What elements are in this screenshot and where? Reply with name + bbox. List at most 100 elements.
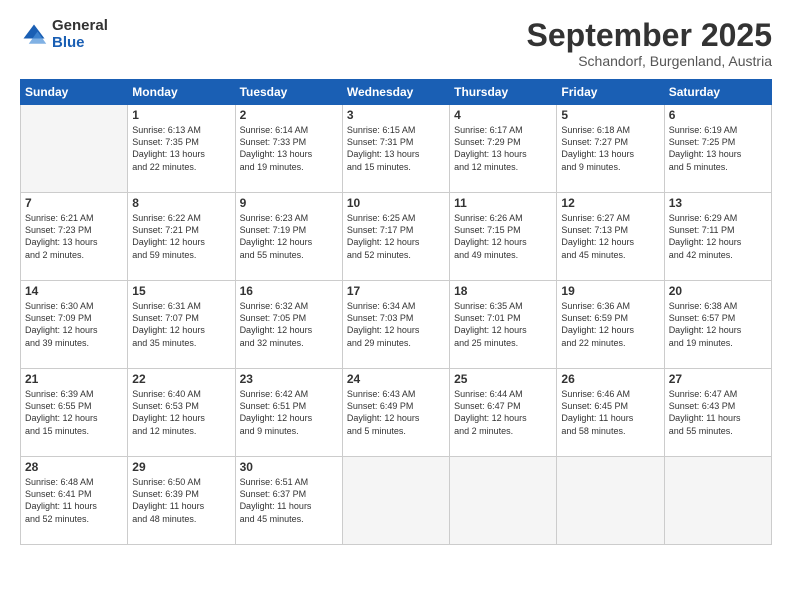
- calendar-cell: 24 Sunrise: 6:43 AM Sunset: 6:49 PM Dayli…: [342, 369, 449, 457]
- calendar-cell: [21, 105, 128, 193]
- day-number: 1: [132, 108, 230, 122]
- day-info: Sunrise: 6:38 AM Sunset: 6:57 PM Dayligh…: [669, 300, 767, 349]
- day-number: 7: [25, 196, 123, 210]
- day-number: 9: [240, 196, 338, 210]
- day-info: Sunrise: 6:29 AM Sunset: 7:11 PM Dayligh…: [669, 212, 767, 261]
- day-info: Sunrise: 6:36 AM Sunset: 6:59 PM Dayligh…: [561, 300, 659, 349]
- calendar-cell: 2Sunrise: 6:14 AM Sunset: 7:33 PM Daylig…: [235, 105, 342, 193]
- calendar-cell: 8Sunrise: 6:22 AM Sunset: 7:21 PM Daylig…: [128, 193, 235, 281]
- day-info: Sunrise: 6:27 AM Sunset: 7:13 PM Dayligh…: [561, 212, 659, 261]
- calendar-table: SundayMondayTuesdayWednesdayThursdayFrid…: [20, 79, 772, 545]
- logo: General Blue: [20, 18, 108, 51]
- day-number: 19: [561, 284, 659, 298]
- day-number: 27: [669, 372, 767, 386]
- calendar-cell: 27 Sunrise: 6:47 AM Sunset: 6:43 PM Dayli…: [664, 369, 771, 457]
- day-number: 6: [669, 108, 767, 122]
- day-number: 26: [561, 372, 659, 386]
- calendar-cell: 16Sunrise: 6:32 AM Sunset: 7:05 PM Dayli…: [235, 281, 342, 369]
- calendar-cell: 10 Sunrise: 6:25 AM Sunset: 7:17 PM Dayli…: [342, 193, 449, 281]
- day-info: Sunrise: 6:46 AM Sunset: 6:45 PM Dayligh…: [561, 388, 659, 437]
- week-row-4: 28 Sunrise: 6:48 AM Sunset: 6:41 PM Dayli…: [21, 457, 772, 545]
- calendar-cell: 21 Sunrise: 6:39 AM Sunset: 6:55 PM Dayli…: [21, 369, 128, 457]
- calendar-cell: 3 Sunrise: 6:15 AM Sunset: 7:31 PM Daylig…: [342, 105, 449, 193]
- calendar-cell: 18 Sunrise: 6:35 AM Sunset: 7:01 PM Dayli…: [450, 281, 557, 369]
- day-number: 10: [347, 196, 445, 210]
- day-header-monday: Monday: [128, 80, 235, 105]
- day-info: Sunrise: 6:21 AM Sunset: 7:23 PM Dayligh…: [25, 212, 123, 261]
- calendar-cell: 30 Sunrise: 6:51 AM Sunset: 6:37 PM Dayli…: [235, 457, 342, 545]
- day-number: 24: [347, 372, 445, 386]
- day-number: 12: [561, 196, 659, 210]
- week-row-0: 1Sunrise: 6:13 AM Sunset: 7:35 PM Daylig…: [21, 105, 772, 193]
- day-number: 3: [347, 108, 445, 122]
- day-number: 20: [669, 284, 767, 298]
- calendar-cell: 22 Sunrise: 6:40 AM Sunset: 6:53 PM Dayli…: [128, 369, 235, 457]
- day-info: Sunrise: 6:31 AM Sunset: 7:07 PM Dayligh…: [132, 300, 230, 349]
- day-number: 23: [240, 372, 338, 386]
- title-block: September 2025 Schandorf, Burgenland, Au…: [527, 18, 772, 69]
- calendar-cell: 20 Sunrise: 6:38 AM Sunset: 6:57 PM Dayli…: [664, 281, 771, 369]
- day-number: 14: [25, 284, 123, 298]
- day-info: Sunrise: 6:47 AM Sunset: 6:43 PM Dayligh…: [669, 388, 767, 437]
- calendar-cell: 15 Sunrise: 6:31 AM Sunset: 7:07 PM Dayli…: [128, 281, 235, 369]
- calendar-cell: 7 Sunrise: 6:21 AM Sunset: 7:23 PM Daylig…: [21, 193, 128, 281]
- header: General Blue September 2025 Schandorf, B…: [20, 18, 772, 69]
- calendar-cell: 11 Sunrise: 6:26 AM Sunset: 7:15 PM Dayli…: [450, 193, 557, 281]
- calendar-cell: [342, 457, 449, 545]
- day-info: Sunrise: 6:25 AM Sunset: 7:17 PM Dayligh…: [347, 212, 445, 261]
- day-number: 8: [132, 196, 230, 210]
- calendar-cell: 5 Sunrise: 6:18 AM Sunset: 7:27 PM Daylig…: [557, 105, 664, 193]
- calendar-cell: 23 Sunrise: 6:42 AM Sunset: 6:51 PM Dayli…: [235, 369, 342, 457]
- day-number: 15: [132, 284, 230, 298]
- calendar-cell: [557, 457, 664, 545]
- day-info: Sunrise: 6:51 AM Sunset: 6:37 PM Dayligh…: [240, 476, 338, 525]
- day-info: Sunrise: 6:15 AM Sunset: 7:31 PM Dayligh…: [347, 124, 445, 173]
- day-number: 25: [454, 372, 552, 386]
- day-number: 13: [669, 196, 767, 210]
- day-number: 5: [561, 108, 659, 122]
- calendar-cell: 14Sunrise: 6:30 AM Sunset: 7:09 PM Dayli…: [21, 281, 128, 369]
- day-header-tuesday: Tuesday: [235, 80, 342, 105]
- location: Schandorf, Burgenland, Austria: [527, 53, 772, 69]
- calendar-cell: 26 Sunrise: 6:46 AM Sunset: 6:45 PM Dayli…: [557, 369, 664, 457]
- day-info: Sunrise: 6:35 AM Sunset: 7:01 PM Dayligh…: [454, 300, 552, 349]
- day-info: Sunrise: 6:17 AM Sunset: 7:29 PM Dayligh…: [454, 124, 552, 173]
- day-info: Sunrise: 6:39 AM Sunset: 6:55 PM Dayligh…: [25, 388, 123, 437]
- day-number: 30: [240, 460, 338, 474]
- day-header-saturday: Saturday: [664, 80, 771, 105]
- day-info: Sunrise: 6:26 AM Sunset: 7:15 PM Dayligh…: [454, 212, 552, 261]
- day-info: Sunrise: 6:50 AM Sunset: 6:39 PM Dayligh…: [132, 476, 230, 525]
- calendar-cell: 17Sunrise: 6:34 AM Sunset: 7:03 PM Dayli…: [342, 281, 449, 369]
- day-header-friday: Friday: [557, 80, 664, 105]
- calendar-cell: 1Sunrise: 6:13 AM Sunset: 7:35 PM Daylig…: [128, 105, 235, 193]
- day-info: Sunrise: 6:43 AM Sunset: 6:49 PM Dayligh…: [347, 388, 445, 437]
- day-header-sunday: Sunday: [21, 80, 128, 105]
- calendar-cell: 28 Sunrise: 6:48 AM Sunset: 6:41 PM Dayli…: [21, 457, 128, 545]
- day-number: 16: [240, 284, 338, 298]
- day-info: Sunrise: 6:40 AM Sunset: 6:53 PM Dayligh…: [132, 388, 230, 437]
- day-number: 28: [25, 460, 123, 474]
- day-info: Sunrise: 6:42 AM Sunset: 6:51 PM Dayligh…: [240, 388, 338, 437]
- calendar-cell: [450, 457, 557, 545]
- header-row: SundayMondayTuesdayWednesdayThursdayFrid…: [21, 80, 772, 105]
- calendar-cell: 4 Sunrise: 6:17 AM Sunset: 7:29 PM Daylig…: [450, 105, 557, 193]
- day-info: Sunrise: 6:23 AM Sunset: 7:19 PM Dayligh…: [240, 212, 338, 261]
- day-number: 11: [454, 196, 552, 210]
- day-header-wednesday: Wednesday: [342, 80, 449, 105]
- day-info: Sunrise: 6:48 AM Sunset: 6:41 PM Dayligh…: [25, 476, 123, 525]
- logo-text: General Blue: [52, 18, 108, 51]
- logo-blue-text: Blue: [52, 35, 108, 52]
- day-info: Sunrise: 6:18 AM Sunset: 7:27 PM Dayligh…: [561, 124, 659, 173]
- day-number: 18: [454, 284, 552, 298]
- page: General Blue September 2025 Schandorf, B…: [0, 0, 792, 612]
- month-title: September 2025: [527, 18, 772, 53]
- day-number: 29: [132, 460, 230, 474]
- logo-general-text: General: [52, 18, 108, 35]
- day-info: Sunrise: 6:19 AM Sunset: 7:25 PM Dayligh…: [669, 124, 767, 173]
- day-number: 22: [132, 372, 230, 386]
- calendar-cell: [664, 457, 771, 545]
- calendar-cell: 25Sunrise: 6:44 AM Sunset: 6:47 PM Dayli…: [450, 369, 557, 457]
- day-number: 21: [25, 372, 123, 386]
- calendar-cell: 9 Sunrise: 6:23 AM Sunset: 7:19 PM Daylig…: [235, 193, 342, 281]
- day-number: 4: [454, 108, 552, 122]
